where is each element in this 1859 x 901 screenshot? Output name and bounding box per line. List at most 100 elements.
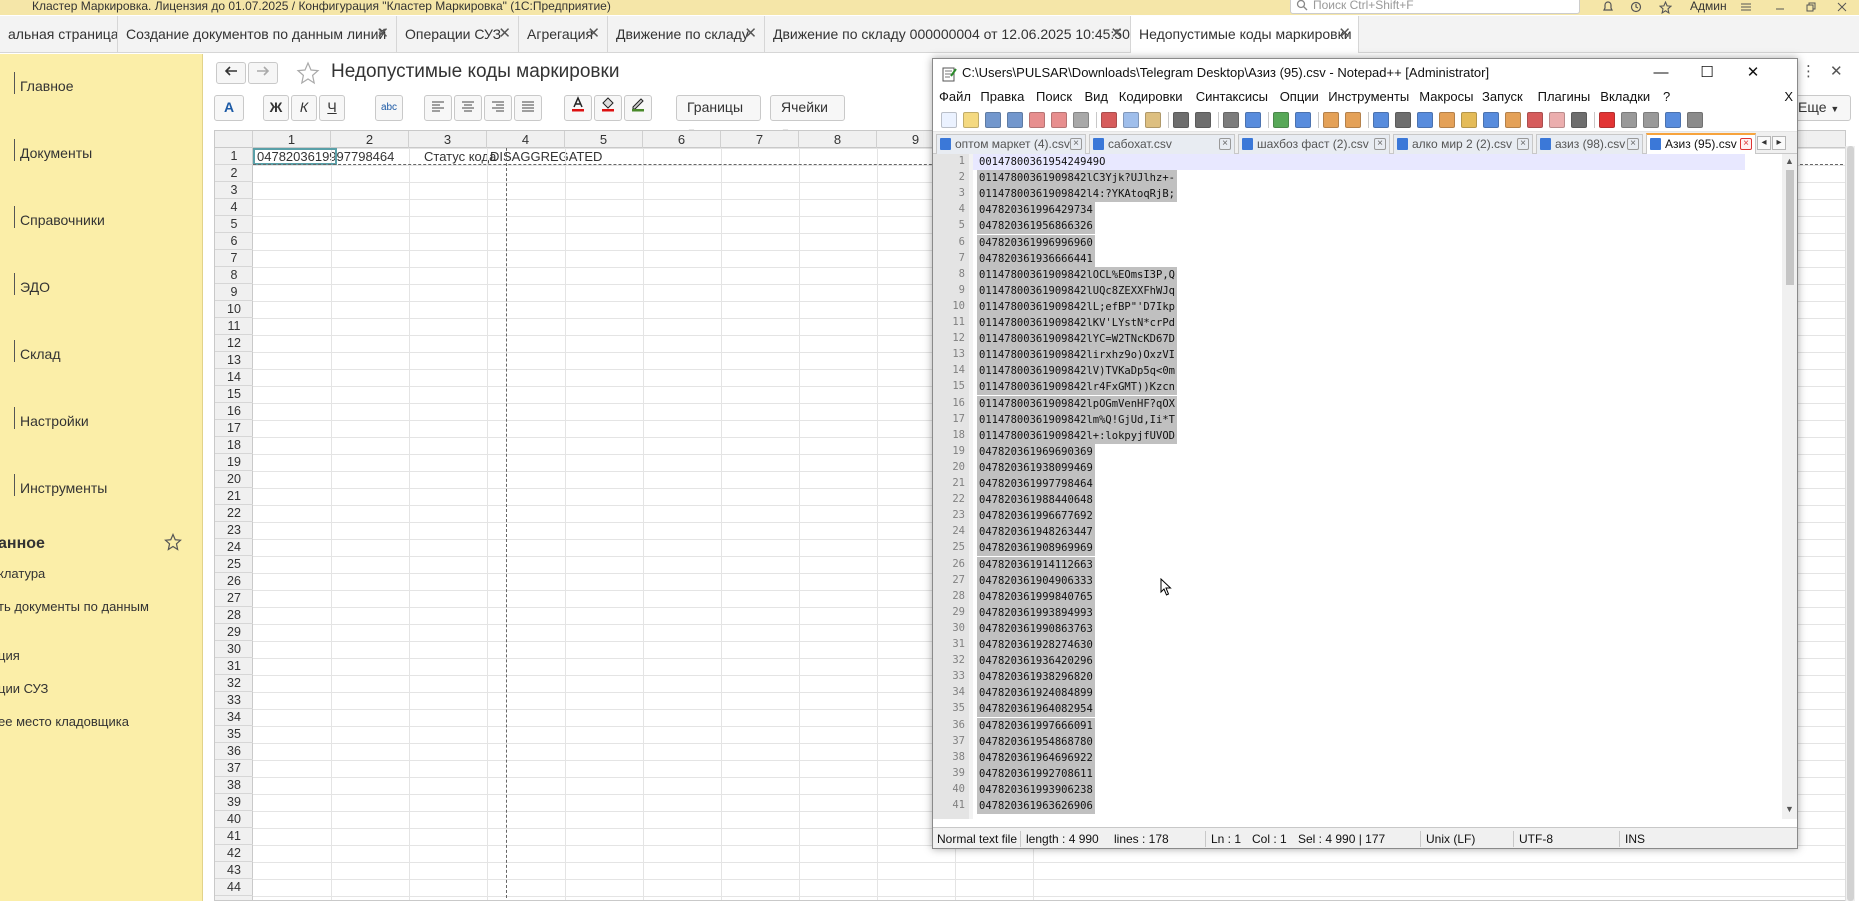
cut-icon[interactable]: [1101, 112, 1117, 128]
page-scrollbar[interactable]: [1845, 146, 1855, 901]
npp-file-tab[interactable]: алко мир 2 (2).csv ×: [1393, 134, 1533, 154]
npp-menu-item[interactable]: ?: [1663, 89, 1670, 104]
row-header[interactable]: 35: [215, 726, 253, 743]
code-line[interactable]: 047820361993906238: [977, 781, 1095, 798]
npp-menu-item[interactable]: Запуск: [1482, 89, 1523, 104]
row-header[interactable]: 15: [215, 386, 253, 403]
npp-close-icon[interactable]: ✕: [1730, 59, 1776, 88]
code-line[interactable]: 01147800361909842lr4FxGMT))Kzcn: [977, 379, 1177, 396]
play-macro-icon[interactable]: [1643, 112, 1659, 128]
row-header[interactable]: 11: [215, 318, 253, 335]
code-line[interactable]: 01147800361909842l+:lokpyjfUVOD: [977, 427, 1177, 444]
save-icon[interactable]: [985, 112, 1001, 128]
sheet-corner[interactable]: [215, 131, 253, 148]
folder-workspace-icon[interactable]: [1505, 112, 1521, 128]
restore-icon[interactable]: [1803, 0, 1819, 14]
npp-editor[interactable]: 1 2 3 4 5 6 7 8 9 10 11 12 13 14 15 16 17 18 19 20 21 22 23 24 2…: [933, 154, 1797, 819]
row-header[interactable]: 12: [215, 335, 253, 352]
udl-icon[interactable]: [1439, 112, 1455, 128]
code-line[interactable]: 01147800361909842lOCL%EOmsI3P,Q: [977, 266, 1177, 283]
sidebar-item-catalogs[interactable]: Справочники: [14, 206, 105, 228]
code-line[interactable]: 047820361997798464: [977, 476, 1095, 493]
code-line[interactable]: 047820361964696922: [977, 749, 1095, 766]
fill-color-button[interactable]: [594, 95, 622, 121]
tab-invalid-marking-codes[interactable]: Недопустимые коды маркировки ✕: [1131, 16, 1359, 53]
star-icon[interactable]: [164, 532, 182, 554]
row-header[interactable]: 40: [215, 811, 253, 828]
row-header[interactable]: 31: [215, 658, 253, 675]
close-icon[interactable]: [1029, 112, 1045, 128]
align-left-button[interactable]: [424, 95, 452, 121]
column-header[interactable]: 6: [643, 131, 721, 148]
align-justify-button[interactable]: [514, 95, 542, 121]
doc-list-icon[interactable]: [1527, 112, 1543, 128]
npp-menu-item[interactable]: Плагины: [1538, 89, 1591, 104]
replace-icon[interactable]: [1245, 112, 1261, 128]
sidebar-item-warehouse[interactable]: Склад: [14, 340, 61, 362]
favorite-link[interactable]: ть документы по данным: [0, 599, 149, 614]
code-line[interactable]: 047820361963626906: [977, 798, 1095, 815]
npp-menu-item[interactable]: Опции: [1280, 89, 1319, 104]
align-right-button[interactable]: [484, 95, 512, 121]
code-line[interactable]: 047820361956866326: [977, 218, 1095, 235]
row-header[interactable]: 16: [215, 403, 253, 420]
code-line[interactable]: 047820361969690369: [977, 443, 1095, 460]
redo-icon[interactable]: [1195, 112, 1211, 128]
row-header[interactable]: 28: [215, 607, 253, 624]
save-all-icon[interactable]: [1007, 112, 1023, 128]
npp-file-tab[interactable]: сабохат.csv ×: [1089, 134, 1235, 154]
npp-menu-item[interactable]: Кодировки: [1119, 89, 1183, 104]
code-line[interactable]: 047820361997666091: [977, 717, 1095, 734]
row-header[interactable]: 44: [215, 879, 253, 896]
npp-vertical-scrollbar[interactable]: ▲ ▼: [1782, 154, 1797, 819]
code-line[interactable]: 047820361996429734: [977, 202, 1095, 219]
row-header[interactable]: 9: [215, 284, 253, 301]
tab-warehouse-movement-doc[interactable]: Движение по складу 000000004 от 12.06.20…: [765, 16, 1131, 53]
monitor-icon[interactable]: [1549, 112, 1565, 128]
row-header[interactable]: 30: [215, 641, 253, 658]
tab-close-icon[interactable]: ✕: [587, 16, 600, 52]
new-file-icon[interactable]: [941, 112, 957, 128]
row-header[interactable]: 41: [215, 828, 253, 845]
code-line[interactable]: 047820361936420296: [977, 653, 1095, 670]
open-file-icon[interactable]: [963, 112, 979, 128]
row-header[interactable]: 37: [215, 760, 253, 777]
show-all-chars-icon[interactable]: [1395, 112, 1411, 128]
code-line[interactable]: 01147800361909842l4:?YKAtoqRjB;: [977, 186, 1177, 203]
row-header[interactable]: 39: [215, 794, 253, 811]
eye-icon[interactable]: [1571, 112, 1587, 128]
npp-titlebar[interactable]: C:\Users\PULSAR\Downloads\Telegram Deskt…: [933, 59, 1797, 88]
form-close-icon[interactable]: ✕: [1830, 62, 1843, 80]
code-line[interactable]: 047820361988440648: [977, 492, 1095, 509]
column-header[interactable]: 3: [409, 131, 487, 148]
cell-r1c3[interactable]: Статус кода: [424, 148, 496, 165]
code-line[interactable]: 01147800361909842lV)TVKaDp5q<0m: [977, 363, 1177, 380]
print-icon[interactable]: [1073, 112, 1089, 128]
row-header[interactable]: 18: [215, 437, 253, 454]
code-line[interactable]: 01147800361909842lYC=W2TNcKD67D: [977, 331, 1177, 348]
npp-menu-item[interactable]: Файл: [939, 89, 971, 104]
favorite-link[interactable]: ции СУЗ: [0, 681, 48, 696]
forward-button[interactable]: [248, 62, 278, 84]
row-header[interactable]: 32: [215, 675, 253, 692]
npp-close-document-button[interactable]: X: [1784, 89, 1793, 104]
sidebar-item-main[interactable]: Главное: [14, 72, 74, 94]
row-header[interactable]: 4: [215, 199, 253, 216]
border-color-button[interactable]: [624, 95, 652, 121]
tab-aggregation[interactable]: Агрегация ✕: [519, 16, 608, 53]
code-line[interactable]: 047820361996996960: [977, 234, 1095, 251]
row-header[interactable]: 7: [215, 250, 253, 267]
doc-map-icon[interactable]: [1461, 112, 1477, 128]
code-line[interactable]: 01147800361909842lirxhz9o)OxzVI: [977, 347, 1177, 364]
row-header[interactable]: 22: [215, 505, 253, 522]
tab-scroll-right-icon[interactable]: ▸: [1772, 136, 1786, 150]
code-line[interactable]: 047820361954868780: [977, 733, 1095, 750]
underline-button[interactable]: Ч: [319, 95, 345, 121]
row-header[interactable]: 21: [215, 488, 253, 505]
scroll-down-icon[interactable]: ▼: [1784, 804, 1795, 814]
tab-close-icon[interactable]: ×: [1740, 138, 1752, 150]
code-line[interactable]: 01147800361909842lUQc8ZEXXFhWJq: [977, 282, 1177, 299]
more-actions-icon[interactable]: ⋮: [1801, 62, 1816, 80]
row-header[interactable]: 23: [215, 522, 253, 539]
record-macro-icon[interactable]: [1599, 112, 1615, 128]
